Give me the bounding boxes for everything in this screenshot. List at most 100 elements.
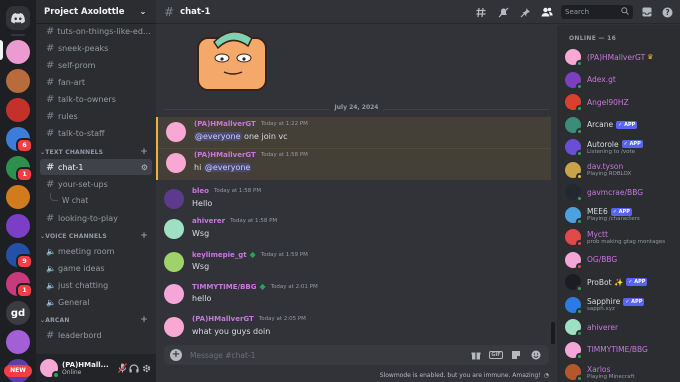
guild-header[interactable]: Project Axolottle ⌄ (36, 0, 156, 24)
avatar[interactable] (40, 359, 60, 379)
channel-category[interactable]: ⌄ TEXT CHANNELS + (40, 146, 152, 158)
server-icon[interactable]: 1 (6, 272, 33, 298)
member-item[interactable]: Autorole ✓ APP Listening to /vote (565, 137, 676, 157)
scrollbar[interactable] (551, 24, 555, 344)
message-item[interactable]: bleo Today at 1:58 PM Hello (156, 184, 551, 216)
member-item[interactable]: Adex.gt (565, 70, 676, 90)
member-item[interactable]: Arcane ✓ APP (565, 115, 676, 135)
mention-everyone[interactable]: @everyone (203, 163, 252, 172)
headphones-icon[interactable] (128, 361, 140, 375)
discord-home-icon[interactable] (6, 6, 30, 30)
message-author[interactable]: ahiverer (192, 217, 225, 225)
message-author[interactable]: (PA)HMallverGT (194, 151, 256, 159)
status-online-icon (52, 371, 60, 379)
server-icon[interactable] (6, 330, 30, 354)
avatar[interactable] (164, 189, 184, 209)
message-item[interactable]: TIMMYTIME/BBG ◆ Today at 2:01 PM hello (156, 279, 551, 311)
voice-channel-item[interactable]: 🔈 just chatting (40, 277, 152, 293)
inbox-icon[interactable] (640, 5, 654, 19)
channel-item[interactable]: # sneek-peaks (40, 40, 152, 56)
mention-everyone[interactable]: @everyone (194, 132, 242, 141)
help-icon[interactable]: ? (660, 5, 674, 19)
scrollbar-thumb[interactable] (551, 322, 555, 344)
gif-picker-icon[interactable]: GIF (489, 348, 503, 362)
voice-channel-item[interactable]: 🔈 game ideas (40, 260, 152, 276)
member-list-icon[interactable] (540, 5, 554, 19)
member-name: ProBot ✨ ✓ APP (587, 278, 648, 287)
channel-item[interactable]: # talk-to-owners (40, 91, 152, 107)
channel-item[interactable]: # looking-to-play (40, 210, 152, 226)
notification-bell-muted-icon[interactable] (496, 5, 510, 19)
message-author[interactable]: keylimepie_gt (192, 251, 247, 259)
message-item[interactable]: (PA)HMallverGT Today at 2:05 PM what you g… (156, 312, 551, 344)
server-icon[interactable] (6, 69, 30, 93)
channel-item[interactable]: # your-set-ups (40, 176, 152, 192)
member-item[interactable]: TIMMYTIME/BBG (565, 340, 676, 360)
member-item[interactable]: gavmcrae/BBG (565, 182, 676, 202)
status-online-icon (576, 285, 583, 292)
thread-item[interactable]: W chat (50, 193, 152, 207)
channel-item[interactable]: # fan-art (40, 74, 152, 90)
channel-item[interactable]: # talk-to-staff (40, 125, 152, 141)
avatar[interactable] (164, 317, 184, 337)
avatar[interactable] (164, 252, 184, 272)
message-author[interactable]: bleo (192, 187, 209, 195)
member-item[interactable]: ahiverer (565, 317, 676, 337)
voice-channel-item[interactable]: 🔈 General (40, 294, 152, 310)
server-icon[interactable] (6, 98, 30, 122)
avatar[interactable] (166, 122, 186, 142)
add-channel-icon[interactable]: + (140, 231, 152, 241)
sticker-icon[interactable] (509, 348, 523, 362)
new-badge[interactable]: NEW (4, 365, 32, 377)
channel-item[interactable]: # tuts-on-things-like-editi... (40, 24, 152, 39)
message-author[interactable]: (PA)HMallverGT (194, 120, 256, 128)
message-item[interactable]: (PA)HMallverGT Today at 1:22 PM @everyone … (156, 117, 551, 149)
user-info[interactable]: (PA)HMall... Online (62, 361, 116, 376)
voice-channel-item[interactable]: 🔈 meeting room (40, 243, 152, 259)
add-channel-icon[interactable]: + (140, 315, 152, 325)
server-icon[interactable]: gd (6, 301, 30, 325)
message-item[interactable]: (PA)HMallverGT Today at 1:58 PM hi @everyo… (156, 148, 551, 180)
message-author[interactable]: TIMMYTIME/BBG (192, 283, 256, 291)
message-item[interactable]: keylimepie_gt ◆ Today at 1:59 PM Wsg (156, 247, 551, 279)
server-icon[interactable]: 9 (6, 243, 33, 269)
mute-mic-icon[interactable] (116, 361, 128, 375)
avatar[interactable] (164, 284, 184, 304)
server-icon[interactable] (6, 214, 30, 238)
emoji-icon[interactable] (529, 348, 543, 362)
gift-icon[interactable] (469, 348, 483, 362)
message-author[interactable]: (PA)HMallverGT (192, 315, 254, 323)
channel-category[interactable]: ⌄ VOICE CHANNELS + (40, 230, 152, 242)
member-item[interactable]: Sapphire ✓ APP sapph.xyz (565, 295, 676, 315)
message-item[interactable]: ahiverer Today at 1:58 PM Wsg (156, 214, 551, 246)
channel-item[interactable]: # leaderbord (40, 327, 152, 343)
member-item[interactable]: Myctt prob making gtag montages (565, 227, 676, 247)
settings-gear-icon[interactable] (140, 361, 152, 375)
server-icon[interactable] (6, 185, 30, 209)
channel-item[interactable]: # self-prom (40, 57, 152, 73)
threads-icon[interactable] (474, 5, 488, 19)
avatar[interactable] (166, 153, 186, 173)
member-item[interactable]: Xarlos Playing Minecraft (565, 362, 676, 382)
server-icon[interactable]: 1 (6, 156, 33, 182)
member-item[interactable]: OG/BBG (565, 250, 676, 270)
pin-icon[interactable] (518, 5, 532, 19)
channel-item[interactable]: # rules (40, 108, 152, 124)
add-channel-icon[interactable]: + (140, 147, 152, 157)
avatar[interactable] (164, 219, 184, 239)
member-item[interactable]: dav.tyson Playing ROBLOX (565, 160, 676, 180)
member-item[interactable]: ProBot ✨ ✓ APP (565, 272, 676, 292)
channel-item[interactable]: # chat-1 ⚙ (40, 159, 152, 175)
member-item[interactable]: Angel90HZ (565, 92, 676, 112)
channel-label: fan-art (58, 77, 86, 87)
server-icon[interactable] (6, 40, 30, 64)
message-input[interactable] (190, 350, 463, 360)
member-item[interactable]: MEE6 ✓ APP Playing /characters (565, 205, 676, 225)
search-bar[interactable] (561, 5, 633, 19)
add-attachment-icon[interactable]: + (170, 349, 182, 361)
channel-category[interactable]: ⌄ ARCAN + (40, 314, 152, 326)
member-item[interactable]: (PA)HMallverGT ♛ (565, 47, 676, 67)
server-icon[interactable]: 6 (6, 127, 33, 153)
search-input[interactable] (565, 8, 621, 16)
channel-settings-icon[interactable]: ⚙ (141, 163, 152, 172)
